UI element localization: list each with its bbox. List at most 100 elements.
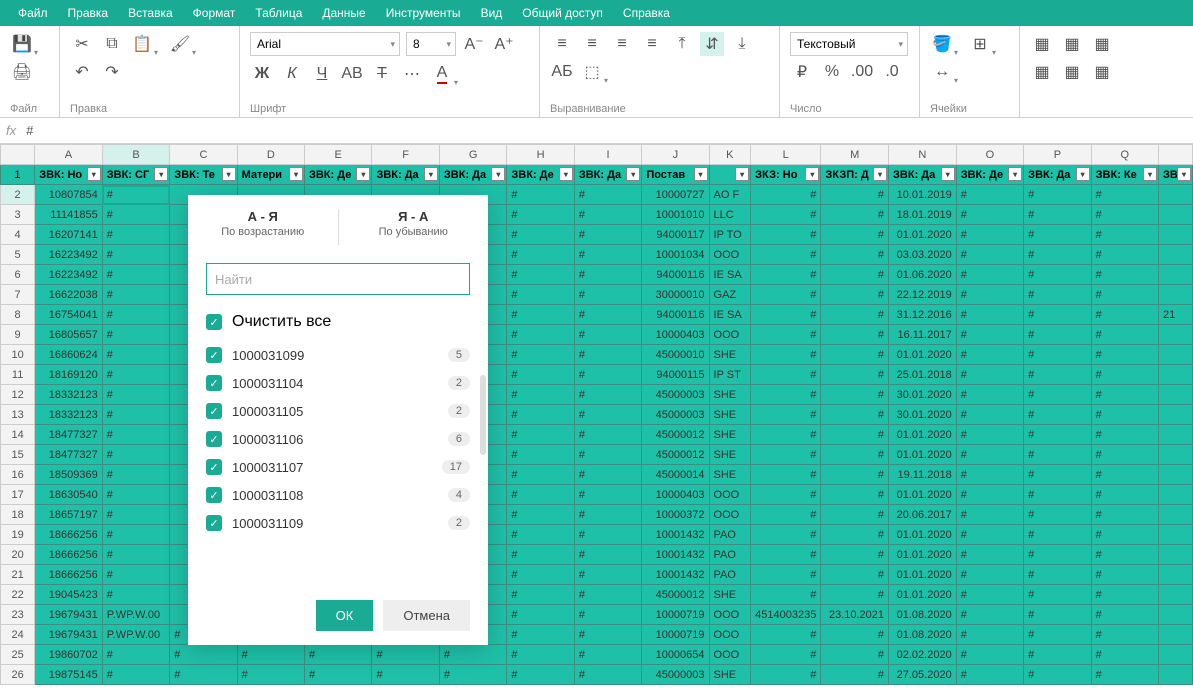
cell-K15[interactable]: SHE [709,445,751,465]
cell-R21[interactable] [1159,565,1193,585]
cell-B11[interactable]: # [102,365,170,385]
cell-H22[interactable]: # [507,585,574,605]
insert-col-icon[interactable]: ▦ [1030,32,1054,56]
cell-H3[interactable]: # [507,205,574,225]
cell-P13[interactable]: # [1024,405,1091,425]
cell-J6[interactable]: 94000116 [642,265,709,285]
cell-H24[interactable]: # [507,625,574,645]
cell-O20[interactable]: # [956,545,1023,565]
cell-H25[interactable]: # [507,645,574,665]
col-header-O[interactable]: O [956,145,1023,165]
cell-J24[interactable]: 10000719 [642,625,709,645]
cell-M9[interactable]: # [821,325,889,345]
cell-K20[interactable]: PAO [709,545,751,565]
cell-J21[interactable]: 10001432 [642,565,709,585]
save-icon[interactable]: 💾 [10,32,34,56]
cell-R13[interactable] [1159,405,1193,425]
filter-drop-icon[interactable]: ▾ [87,167,101,181]
cell-J15[interactable]: 45000012 [642,445,709,465]
cell-J8[interactable]: 94000116 [642,305,709,325]
cell-H15[interactable]: # [507,445,574,465]
cell-A25[interactable]: 19860702 [35,645,103,665]
cell-A12[interactable]: 18332123 [35,385,103,405]
cell-J25[interactable]: 10000654 [642,645,709,665]
cell-P10[interactable]: # [1024,345,1091,365]
cell-C25[interactable]: # [170,645,237,665]
row-header-22[interactable]: 22 [1,585,35,605]
cell-J20[interactable]: 10001432 [642,545,709,565]
cell-N18[interactable]: 20.06.2017 [889,505,957,525]
merge-icon[interactable]: ⬚ [580,60,604,84]
cell-J16[interactable]: 45000014 [642,465,709,485]
cell-O22[interactable]: # [956,585,1023,605]
col-header-I[interactable]: I [574,145,641,165]
cell-O8[interactable]: # [956,305,1023,325]
cell-B4[interactable]: # [102,225,170,245]
cell-R11[interactable] [1159,365,1193,385]
cell-N22[interactable]: 01.01.2020 [889,585,957,605]
cell-I14[interactable]: # [574,425,641,445]
cell-O4[interactable]: # [956,225,1023,245]
cell-K4[interactable]: IP TO [709,225,751,245]
cell-B24[interactable]: P.WP.W.00 [102,625,170,645]
cell-H14[interactable]: # [507,425,574,445]
cell-N10[interactable]: 01.01.2020 [889,345,957,365]
print-icon[interactable]: 🖨 [10,60,34,84]
cell-P24[interactable]: # [1024,625,1091,645]
cell-I12[interactable]: # [574,385,641,405]
cell-A6[interactable]: 16223492 [35,265,103,285]
cell-B17[interactable]: # [102,485,170,505]
decimal-inc-icon[interactable]: .00 [850,60,874,84]
cell-R17[interactable] [1159,485,1193,505]
cell-M22[interactable]: # [821,585,889,605]
cell-Q19[interactable]: # [1091,525,1158,545]
cell-P16[interactable]: # [1024,465,1091,485]
filter-list[interactable]: ✓10000310995✓10000311042✓10000311052✓100… [188,341,488,588]
filter-scrollbar[interactable] [480,375,486,455]
cell-N7[interactable]: 22.12.2019 [889,285,957,305]
col-header-M[interactable]: M [821,145,889,165]
row-header-10[interactable]: 10 [1,345,35,365]
menu-Вставка[interactable]: Вставка [118,2,183,24]
cell-I11[interactable]: # [574,365,641,385]
cell-H2[interactable]: # [507,185,574,205]
filter-search-input[interactable] [206,263,470,295]
cell-R12[interactable] [1159,385,1193,405]
cell-L5[interactable]: # [751,245,821,265]
cell-O5[interactable]: # [956,245,1023,265]
cell-N24[interactable]: 01.08.2020 [889,625,957,645]
cell-A14[interactable]: 18477327 [35,425,103,445]
filter-drop-icon[interactable]: ▾ [491,167,505,181]
strike-icon[interactable]: Т [370,62,394,86]
insert-row-icon[interactable]: ▦ [1060,32,1084,56]
cell-O11[interactable]: # [956,365,1023,385]
cell-R4[interactable] [1159,225,1193,245]
clear-all-row[interactable]: ✓ Очистить все [188,303,488,341]
cell-C26[interactable]: # [170,665,237,685]
row-header-21[interactable]: 21 [1,565,35,585]
ok-button[interactable]: ОК [316,600,374,631]
filter-item-checkbox[interactable]: ✓ [206,487,222,503]
cell-Q3[interactable]: # [1091,205,1158,225]
cell-M10[interactable]: # [821,345,889,365]
align-center-icon[interactable]: ≡ [580,32,604,56]
row-header-25[interactable]: 25 [1,645,35,665]
cell-R5[interactable] [1159,245,1193,265]
cell-Q23[interactable]: # [1091,605,1158,625]
filter-item-checkbox[interactable]: ✓ [206,403,222,419]
cell-P7[interactable]: # [1024,285,1091,305]
cell-N3[interactable]: 18.01.2019 [889,205,957,225]
cell-R15[interactable] [1159,445,1193,465]
cell-B23[interactable]: P.WP.W.00 [102,605,170,625]
cell-K11[interactable]: IP ST [709,365,751,385]
row-header-6[interactable]: 6 [1,265,35,285]
cell-N9[interactable]: 16.11.2017 [889,325,957,345]
cell-A11[interactable]: 18169120 [35,365,103,385]
cell-L24[interactable]: # [751,625,821,645]
cell-N4[interactable]: 01.01.2020 [889,225,957,245]
cell-I6[interactable]: # [574,265,641,285]
cell-K24[interactable]: OOO [709,625,751,645]
cell-Q6[interactable]: # [1091,265,1158,285]
menu-Вид[interactable]: Вид [471,2,513,24]
cell-L13[interactable]: # [751,405,821,425]
